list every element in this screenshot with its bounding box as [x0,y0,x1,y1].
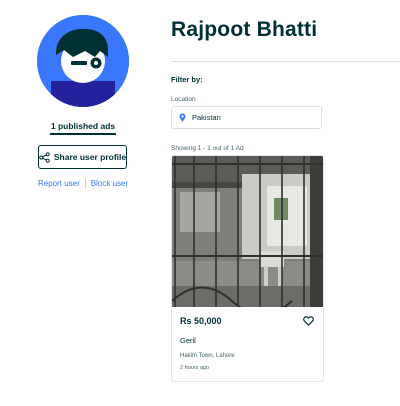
report-user-link[interactable]: Report user [38,179,80,188]
seller-name: Rajpoot Bhatti [171,18,318,41]
share-icon [39,151,50,163]
header-divider [171,61,400,62]
ad-card[interactable]: Rs 50,000 Geril Hakim Town, Lahore 2 hou… [171,155,324,382]
ad-price: Rs 50,000 [180,316,222,326]
user-actions: Report user Block user [38,178,128,188]
location-field[interactable]: Pakistan [171,106,322,129]
share-profile-button[interactable]: Share user profile [38,145,127,169]
user-avatar-icon [37,15,129,107]
avatar [37,15,129,107]
ad-title: Geril [180,336,196,345]
ad-location: Hakim Town, Lahore [180,353,235,359]
results-count: Showing 1 - 1 out of 1 Ad [171,145,244,152]
heart-icon[interactable] [303,316,314,326]
link-separator [84,178,86,188]
ad-image [172,156,323,307]
ad-posted-time: 2 hours ago [180,365,210,371]
published-ads-link[interactable]: 1 published ads [50,121,116,135]
block-user-link[interactable]: Block user [91,179,128,188]
filter-heading: Filter by: [171,75,203,84]
location-label: Location [171,96,196,103]
share-profile-label: Share user profile [53,152,127,162]
location-value: Pakistan [192,113,221,122]
location-pin-icon [179,113,186,122]
